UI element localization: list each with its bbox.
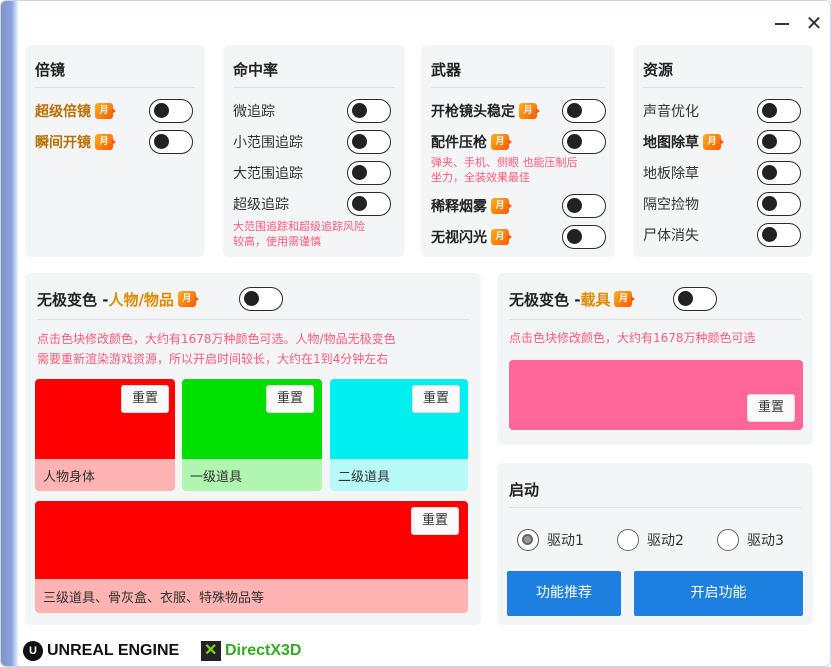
- swatch-level2[interactable]: 二级道具 重置: [330, 379, 468, 491]
- sound-toggle[interactable]: [757, 99, 801, 123]
- swatch-label: 三级道具、骨灰盒、衣服、特殊物品等: [35, 579, 468, 613]
- pickup-toggle[interactable]: [757, 192, 801, 216]
- minimize-icon: [775, 23, 789, 25]
- resource-label: 尸体消失: [643, 228, 699, 244]
- driver-2-radio[interactable]: 驱动2: [617, 528, 684, 552]
- vip-badge-icon: 月: [491, 198, 512, 214]
- vip-badge-icon: 月: [95, 134, 116, 150]
- weapon-panel: 武器 开枪镜头稳定 月 配件压枪 月 弹夹、手机、侧眼 也能压制后 坐力，全装效…: [421, 45, 615, 257]
- scope-super-toggle[interactable]: [149, 99, 193, 123]
- unreal-engine-logo: U UNREAL ENGINE: [23, 641, 179, 661]
- color-char-toggle[interactable]: [239, 287, 283, 311]
- close-button[interactable]: ✕: [801, 11, 827, 37]
- minimize-button[interactable]: [769, 11, 795, 37]
- camera-stable-toggle[interactable]: [562, 99, 606, 123]
- small-track-toggle[interactable]: [347, 130, 391, 154]
- vip-badge-icon: 月: [703, 134, 724, 150]
- hitrate-warning: 大范围追踪和超级追踪风险 较高，使用需谨慎: [233, 220, 365, 248]
- radio-selected-icon: [517, 529, 539, 551]
- flash-toggle[interactable]: [562, 225, 606, 249]
- directx-icon: [201, 641, 221, 661]
- reset-button[interactable]: 重置: [412, 385, 460, 413]
- resource-label: 声音优化: [643, 104, 699, 120]
- vip-badge-icon: 月: [519, 103, 540, 119]
- map-grass-toggle[interactable]: [757, 130, 801, 154]
- recoil-toggle[interactable]: [562, 130, 606, 154]
- driver-3-radio[interactable]: 驱动3: [717, 528, 784, 552]
- recommend-button[interactable]: 功能推荐: [507, 571, 621, 616]
- swatch-level1[interactable]: 一级道具 重置: [182, 379, 322, 491]
- launch-title: 启动: [509, 481, 540, 499]
- smoke-toggle[interactable]: [562, 194, 606, 218]
- resource-label: 地图除草: [643, 135, 699, 151]
- launch-panel: 启动 驱动1 驱动2 驱动3 功能推荐 开启功能: [497, 463, 813, 625]
- weapon-label: 稀释烟雾: [431, 199, 487, 215]
- scope-label: 超级倍镜: [35, 104, 91, 120]
- swatch-vehicle[interactable]: 重置: [509, 360, 803, 430]
- reset-button[interactable]: 重置: [411, 507, 459, 535]
- start-button[interactable]: 开启功能: [634, 571, 803, 616]
- vip-badge-icon: 月: [177, 291, 199, 307]
- super-track-toggle[interactable]: [347, 192, 391, 216]
- color-char-panel: 无极变色 - 人物/物品 月 点击色块修改颜色，大约有1678万种颜色可选。人物…: [25, 273, 481, 625]
- directx-logo: DirectX3D: [201, 641, 301, 661]
- swatch-label: 一级道具: [182, 459, 322, 491]
- scope-row-instant: 瞬间开镜 月: [35, 130, 116, 154]
- vip-badge-icon: 月: [491, 134, 512, 150]
- color-vehicle-title: 无极变色 - 载具 月: [509, 287, 636, 311]
- color-vehicle-note: 点击色块修改颜色，大约有1678万种颜色可选: [509, 331, 756, 345]
- resource-panel: 资源 声音优化 地图除草 月 地板除草 隔空捡物 尸体消失: [633, 45, 813, 257]
- resource-label: 隔空捡物: [643, 197, 699, 213]
- scope-row-super: 超级倍镜 月: [35, 99, 116, 123]
- vip-badge-icon: 月: [491, 229, 512, 245]
- swatch-level3[interactable]: 三级道具、骨灰盒、衣服、特殊物品等 重置: [35, 501, 468, 613]
- large-track-toggle[interactable]: [347, 161, 391, 185]
- hitrate-label: 超级追踪: [233, 197, 289, 213]
- driver-1-radio[interactable]: 驱动1: [517, 528, 584, 552]
- weapon-label: 配件压枪: [431, 135, 487, 151]
- reset-button[interactable]: 重置: [266, 385, 314, 413]
- weapon-label: 无视闪光: [431, 230, 487, 246]
- radio-icon: [617, 529, 639, 551]
- resource-title: 资源: [643, 61, 674, 79]
- reset-button[interactable]: 重置: [747, 394, 795, 422]
- hitrate-title: 命中率: [233, 61, 279, 79]
- swatch-color[interactable]: [35, 501, 468, 579]
- swatch-body[interactable]: 人物身体 重置: [35, 379, 175, 491]
- hitrate-panel: 命中率 微追踪 小范围追踪 大范围追踪 超级追踪 大范围追踪和超级追踪风险 较高…: [223, 45, 405, 257]
- floor-grass-toggle[interactable]: [757, 161, 801, 185]
- weapon-note: 弹夹、手机、侧眼 也能压制后 坐力，全装效果最佳: [431, 156, 578, 184]
- scope-label: 瞬间开镜: [35, 135, 91, 151]
- corpse-toggle[interactable]: [757, 223, 801, 247]
- resource-label: 地板除草: [643, 166, 699, 182]
- swatch-label: 人物身体: [35, 459, 175, 491]
- scope-title: 倍镜: [35, 61, 66, 79]
- scope-instant-toggle[interactable]: [149, 130, 193, 154]
- radio-icon: [717, 529, 739, 551]
- hitrate-label: 小范围追踪: [233, 135, 303, 151]
- close-icon: ✕: [805, 11, 823, 35]
- hitrate-label: 大范围追踪: [233, 166, 303, 182]
- swatch-label: 二级道具: [330, 459, 468, 491]
- color-char-note: 点击色块修改颜色，大约有1678万种颜色可选。人物/物品无极变色 需要重新渲染游…: [37, 332, 396, 366]
- color-vehicle-panel: 无极变色 - 载具 月 点击色块修改颜色，大约有1678万种颜色可选 重置: [497, 273, 813, 445]
- micro-track-toggle[interactable]: [347, 99, 391, 123]
- scope-panel: 倍镜 超级倍镜 月 瞬间开镜 月: [25, 45, 205, 257]
- app-window: ✕ 倍镜 超级倍镜 月 瞬间开镜 月 命中率 微追踪 小范围追踪 大范围追踪 超…: [0, 0, 831, 667]
- unreal-icon: U: [23, 641, 43, 661]
- vip-badge-icon: 月: [95, 103, 116, 119]
- color-vehicle-toggle[interactable]: [673, 287, 717, 311]
- weapon-label: 开枪镜头稳定: [431, 104, 515, 120]
- weapon-title: 武器: [431, 61, 462, 79]
- vip-badge-icon: 月: [614, 291, 636, 307]
- hitrate-label: 微追踪: [233, 104, 275, 120]
- reset-button[interactable]: 重置: [121, 385, 169, 413]
- color-char-title: 无极变色 - 人物/物品 月: [37, 287, 199, 311]
